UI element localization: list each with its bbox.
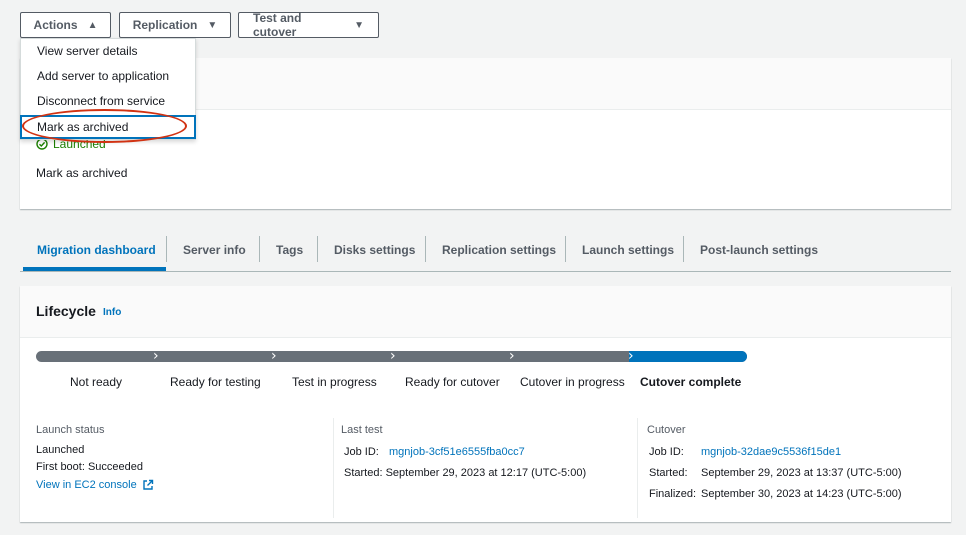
tab-divider xyxy=(425,236,426,262)
tab-server-info[interactable]: Server info xyxy=(183,230,246,270)
caret-down-icon: ▼ xyxy=(354,19,364,31)
ec2-console-link[interactable]: View in EC2 console xyxy=(36,479,154,491)
cutover-job-id-label: Job ID: xyxy=(649,446,684,458)
archived-text: Mark as archived xyxy=(36,166,128,180)
first-boot-status: First boot: Succeeded xyxy=(36,461,144,473)
server-tabs: Migration dashboard Server info Tags Dis… xyxy=(20,230,951,272)
step-ready-for-testing: Ready for testing xyxy=(170,375,261,389)
caret-up-icon: ▲ xyxy=(87,19,98,31)
lifecycle-header xyxy=(20,286,951,338)
last-test-started: Started: September 29, 2023 at 12:17 (UT… xyxy=(344,467,587,479)
ec2-console-link-label: View in EC2 console xyxy=(36,479,137,491)
last-test-heading: Last test xyxy=(341,424,383,436)
replication-label: Replication xyxy=(132,18,198,32)
lifecycle-current-step-fill xyxy=(628,351,747,362)
cutover-started-value: September 29, 2023 at 13:37 (UTC-5:00) xyxy=(701,467,902,479)
tab-disks-settings[interactable]: Disks settings xyxy=(334,230,415,270)
cutover-started-label: Started: xyxy=(649,467,688,479)
launch-status-heading: Launch status xyxy=(36,424,105,436)
test-cutover-button[interactable]: Test and cutover ▼ xyxy=(238,11,379,39)
tab-divider xyxy=(683,236,684,262)
actions-dropdown-menu: View server details Add server to applic… xyxy=(20,38,196,140)
external-link-icon xyxy=(142,479,153,490)
cutover-heading: Cutover xyxy=(647,424,686,436)
column-divider xyxy=(637,418,638,518)
chevron-right-icon: › xyxy=(153,348,159,364)
last-test-job-id-label: Job ID: xyxy=(344,446,379,458)
tab-launch-settings[interactable]: Launch settings xyxy=(582,230,674,270)
tab-divider xyxy=(317,236,318,262)
menu-item-disconnect-from-service[interactable]: Disconnect from service xyxy=(21,89,195,113)
column-divider xyxy=(333,418,334,518)
info-link[interactable]: Info xyxy=(103,307,121,318)
step-not-ready: Not ready xyxy=(70,375,123,389)
chevron-right-icon: › xyxy=(271,348,277,364)
actions-button[interactable]: Actions ▲ xyxy=(20,12,111,38)
active-tab-indicator xyxy=(23,267,166,271)
step-test-in-progress: Test in progress xyxy=(292,375,377,389)
step-cutover-in-progress: Cutover in progress xyxy=(520,375,625,389)
last-test-job-id-link[interactable]: mgnjob-3cf51e6555fba0cc7 xyxy=(389,446,525,458)
lifecycle-title: Lifecycle xyxy=(36,303,96,319)
menu-item-mark-as-archived[interactable]: Mark as archived xyxy=(20,115,196,139)
cutover-finalized-value: September 30, 2023 at 14:23 (UTC-5:00) xyxy=(701,488,902,500)
tab-divider xyxy=(565,236,566,262)
tab-divider xyxy=(166,236,167,262)
cutover-job-id-link[interactable]: mgnjob-32dae9c5536f15de1 xyxy=(701,446,841,458)
tab-replication-settings[interactable]: Replication settings xyxy=(442,230,556,270)
launch-status-value: Launched xyxy=(36,444,85,456)
tab-tags[interactable]: Tags xyxy=(276,230,303,270)
tab-migration-dashboard[interactable]: Migration dashboard xyxy=(37,230,156,270)
step-ready-for-cutover: Ready for cutover xyxy=(405,375,500,389)
test-cutover-label: Test and cutover xyxy=(253,11,302,39)
actions-label: Actions xyxy=(33,18,78,32)
chevron-right-icon: › xyxy=(390,348,396,364)
chevron-right-icon: › xyxy=(509,348,515,364)
tab-post-launch-settings[interactable]: Post-launch settings xyxy=(700,230,818,270)
menu-item-add-server-to-application[interactable]: Add server to application xyxy=(21,64,195,88)
menu-item-view-server-details[interactable]: View server details xyxy=(21,39,195,63)
caret-down-icon: ▼ xyxy=(207,19,218,31)
cutover-finalized-label: Finalized: xyxy=(649,488,697,500)
chevron-right-icon: › xyxy=(628,348,634,364)
lifecycle-card xyxy=(20,286,951,522)
tab-divider xyxy=(259,236,260,262)
replication-button[interactable]: Replication ▼ xyxy=(119,12,231,38)
step-cutover-complete: Cutover complete xyxy=(640,375,742,389)
